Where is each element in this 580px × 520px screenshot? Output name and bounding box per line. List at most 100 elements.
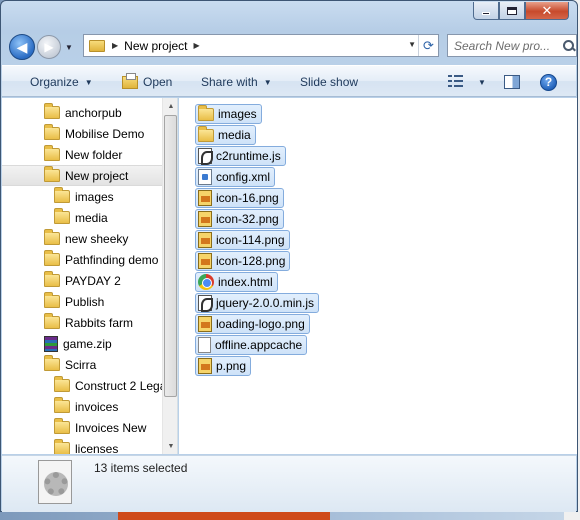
back-button[interactable]: ◀ — [9, 34, 35, 60]
folder-icon — [54, 208, 70, 224]
image-file-icon — [198, 316, 212, 332]
folder-icon — [44, 124, 60, 140]
minimize-button[interactable] — [473, 2, 499, 20]
title-bar[interactable]: ✕ — [1, 1, 577, 27]
scroll-thumb[interactable] — [164, 115, 177, 397]
tree-item-invoices[interactable]: invoices — [2, 396, 162, 417]
open-icon — [122, 72, 138, 89]
refresh-button[interactable]: ⟳ — [418, 35, 438, 56]
browser-file-icon — [198, 274, 214, 290]
file-name: images — [218, 107, 257, 121]
recent-pages-dropdown[interactable]: ▼ — [63, 43, 75, 52]
preview-pane-icon — [504, 75, 520, 89]
scroll-down-arrow-icon[interactable]: ▼ — [163, 438, 177, 454]
slide-show-button[interactable]: Slide show — [294, 70, 364, 94]
file-item-index-html[interactable]: index.html — [195, 272, 278, 292]
selection-count: 13 items selected — [94, 461, 188, 475]
search-box — [447, 34, 577, 57]
tree-item-mobilise-demo[interactable]: Mobilise Demo — [2, 123, 162, 144]
open-button[interactable]: Open — [116, 70, 178, 94]
tree-item-construct-2-lega[interactable]: Construct 2 Lega — [2, 375, 166, 396]
tree-item-label: Publish — [65, 294, 105, 309]
folder-icon — [89, 39, 105, 52]
address-bar[interactable]: ▶ New project ▶ ▼ ⟳ — [83, 34, 439, 57]
tree-item-invoices-new[interactable]: Invoices New — [2, 417, 162, 438]
folder-icon — [44, 355, 60, 371]
organize-label: Organize — [30, 75, 79, 89]
file-item-p-png[interactable]: p.png — [195, 356, 252, 376]
folder-icon — [44, 250, 60, 266]
multiple-files-icon — [34, 458, 76, 508]
chevron-right-icon[interactable]: ▶ — [194, 41, 200, 50]
preview-pane-button[interactable] — [498, 70, 526, 94]
tree-item-label: images — [75, 189, 114, 204]
file-name: p.png — [216, 359, 247, 373]
folder-icon — [44, 103, 60, 119]
navigation-bar: ◀ ▶ ▼ ▶ New project ▶ ▼ ⟳ — [9, 31, 577, 63]
xml-file-icon — [198, 169, 212, 185]
help-button[interactable]: ? — [534, 70, 563, 94]
file-item-media[interactable]: media — [195, 125, 256, 145]
file-item-c2runtime-js[interactable]: c2runtime.js — [195, 146, 286, 166]
tree-item-images[interactable]: images — [2, 186, 162, 207]
tree-item-pathfinding-demo[interactable]: Pathfinding demo — [2, 249, 162, 270]
chevron-down-icon: ▼ — [263, 77, 272, 87]
file-name: loading-logo.png — [216, 317, 305, 331]
address-history-dropdown[interactable]: ▼ — [408, 40, 416, 49]
script-file-icon — [198, 148, 213, 165]
chevron-right-icon[interactable]: ▶ — [112, 41, 118, 50]
file-item-images[interactable]: images — [195, 104, 262, 124]
tree-item-new-sheeky[interactable]: new sheeky — [2, 228, 162, 249]
share-with-button[interactable]: Share with ▼ — [195, 70, 278, 94]
tree-item-label: Scirra — [65, 357, 97, 372]
file-item-config-xml[interactable]: config.xml — [195, 167, 276, 187]
tree-item-media[interactable]: media — [2, 207, 162, 228]
file-item-icon-128-png[interactable]: icon-128.png — [195, 251, 291, 271]
search-input[interactable] — [454, 38, 562, 53]
tree-item-licenses[interactable]: licenses — [2, 438, 162, 454]
tree-item-label: Pathfinding demo — [65, 252, 159, 267]
tree-item-new-project[interactable]: New project — [2, 165, 162, 186]
tree-item-rabbits-farm[interactable]: Rabbits farm — [2, 312, 162, 333]
file-item-jquery-2-0-0-min-js[interactable]: jquery-2.0.0.min.js — [195, 293, 320, 313]
folder-icon — [44, 145, 60, 161]
maximize-button[interactable] — [499, 2, 525, 20]
close-button[interactable]: ✕ — [525, 2, 569, 20]
tree-item-anchorpub[interactable]: anchorpub — [2, 102, 162, 123]
tree-item-label: Construct 2 Lega — [75, 378, 167, 393]
file-name: icon-16.png — [216, 191, 279, 205]
navigation-pane-scrollbar[interactable]: ▲ ▼ — [162, 98, 177, 454]
tree-item-label: Invoices New — [75, 420, 147, 435]
file-item-loading-logo-png[interactable]: loading-logo.png — [195, 314, 310, 334]
file-item-offline-appcache[interactable]: offline.appcache — [195, 335, 308, 355]
file-name: c2runtime.js — [216, 149, 281, 163]
search-icon[interactable] — [562, 39, 576, 53]
tree-item-payday-2[interactable]: PAYDAY 2 — [2, 270, 162, 291]
caption-buttons: ✕ — [473, 2, 569, 20]
tree-item-scirra[interactable]: Scirra — [2, 354, 162, 375]
chevron-down-icon: ▼ — [478, 77, 486, 87]
file-item-icon-114-png[interactable]: icon-114.png — [195, 230, 290, 250]
back-arrow-icon: ◀ — [16, 38, 28, 55]
file-item-icon-16-png[interactable]: icon-16.png — [195, 188, 284, 208]
image-file-icon — [198, 232, 212, 248]
organize-button[interactable]: Organize ▼ — [24, 70, 99, 94]
file-name: media — [218, 128, 251, 142]
tree-item-game-zip[interactable]: game.zip — [2, 333, 162, 354]
more-views-dropdown[interactable]: ▼ — [466, 70, 492, 94]
folder-icon — [44, 271, 60, 287]
file-name: icon-114.png — [216, 233, 285, 247]
file-list: images media c2runtime.js config.xml icon-16… — [179, 98, 577, 454]
file-item-icon-32-png[interactable]: icon-32.png — [195, 209, 284, 229]
scroll-up-arrow-icon[interactable]: ▲ — [163, 98, 177, 114]
tree-item-new-folder[interactable]: New folder — [2, 144, 162, 165]
breadcrumb-new-project[interactable]: New project — [124, 39, 187, 53]
script-file-icon — [198, 295, 213, 312]
forward-arrow-icon: ▶ — [44, 40, 54, 54]
refresh-icon: ⟳ — [423, 37, 434, 53]
tree-item-publish[interactable]: Publish — [2, 291, 162, 312]
forward-button[interactable]: ▶ — [37, 35, 61, 59]
folder-icon — [44, 313, 60, 329]
maximize-icon — [507, 6, 517, 15]
command-bar: Organize ▼ Open Share with ▼ Slide show … — [2, 65, 576, 97]
